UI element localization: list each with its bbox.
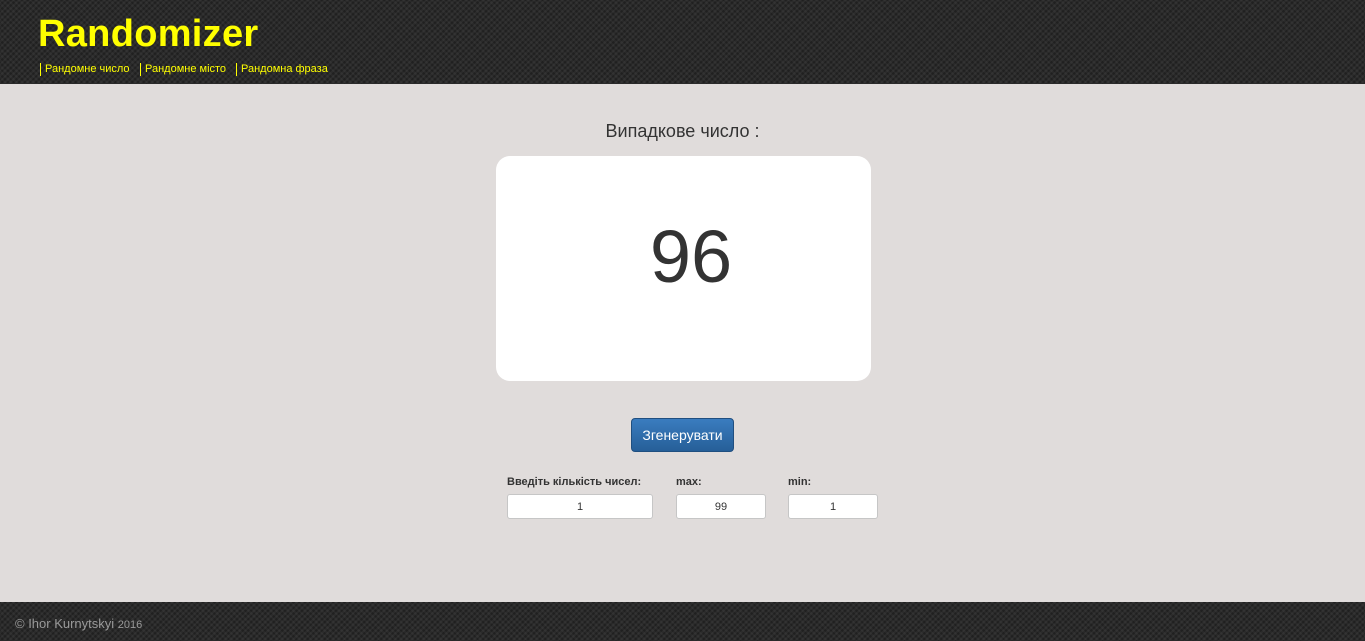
max-input[interactable] (676, 494, 766, 519)
result-value: 96 (649, 215, 733, 298)
generate-button[interactable]: Згенерувати (631, 418, 734, 452)
result-heading: Випадкове число : (605, 121, 760, 141)
nav-random-phrase[interactable]: Рандомна фраза (236, 63, 328, 76)
footer: © Ihor Kurnytskyi 2016 (0, 602, 1365, 641)
copyright-year: 2016 (117, 619, 143, 631)
site-logo[interactable]: Randomizer (38, 13, 258, 56)
count-label: Введіть кількість чисел: (507, 476, 642, 488)
header: Randomizer Рандомне число Рандомне місто… (0, 0, 1365, 84)
max-label: max: (676, 476, 702, 488)
nav-random-city[interactable]: Рандомне місто (140, 63, 226, 76)
copyright: © Ihor Kurnytskyi 2016 (15, 616, 142, 631)
count-input[interactable] (507, 494, 653, 519)
min-input[interactable] (788, 494, 878, 519)
copyright-text: © Ihor Kurnytskyi (15, 616, 115, 631)
nav-random-number[interactable]: Рандомне число (40, 63, 130, 76)
min-label: min: (788, 476, 812, 488)
